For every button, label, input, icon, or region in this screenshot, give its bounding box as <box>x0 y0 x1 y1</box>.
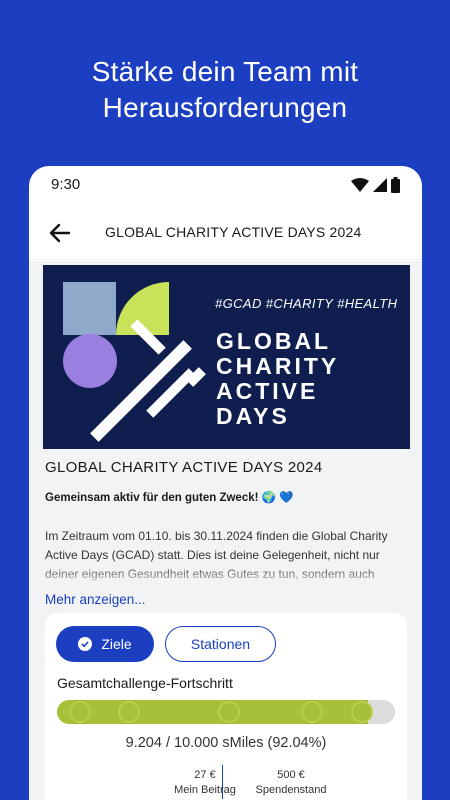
show-more-link[interactable]: Mehr anzeigen... <box>45 592 146 607</box>
check-icon <box>78 637 93 651</box>
milestone-marker <box>69 701 91 723</box>
content-scroll[interactable]: #GCAD #CHARITY #HEALTH GLOBAL CHARITY AC… <box>29 261 422 800</box>
app-bar: GLOBAL CHARITY ACTIVE DAYS 2024 <box>29 204 422 260</box>
stat-divider <box>222 765 223 799</box>
wifi-icon <box>351 178 369 192</box>
banner-square <box>63 282 116 335</box>
arrow-left-icon[interactable] <box>47 220 73 246</box>
banner-title: GLOBAL CHARITY ACTIVE DAYS <box>216 329 339 429</box>
status-time: 9:30 <box>51 176 81 193</box>
milestone-marker <box>218 701 240 723</box>
event-banner: #GCAD #CHARITY #HEALTH GLOBAL CHARITY AC… <box>43 265 410 449</box>
milestone-marker <box>118 701 140 723</box>
banner-title-line: GLOBAL <box>216 328 332 354</box>
status-icons <box>351 177 400 193</box>
status-bar: 9:30 <box>29 166 422 204</box>
banner-title-line: CHARITY <box>216 353 340 379</box>
app-bar-title: GLOBAL CHARITY ACTIVE DAYS 2024 <box>105 224 362 240</box>
event-description: Im Zeitraum vom 01.10. bis 30.11.2024 fi… <box>45 527 401 587</box>
stat-label: Spendenstand <box>255 784 327 796</box>
tab-goals-label: Ziele <box>101 636 132 652</box>
banner-graphic <box>63 282 206 442</box>
milestone-marker <box>351 701 373 723</box>
promo-line-1: Stärke dein Team mit <box>91 56 359 87</box>
banner-title-line: ACTIVE <box>216 378 319 404</box>
challenge-card: Ziele Stationen Gesamtchallenge-Fortschr… <box>45 613 407 800</box>
promo-line-2: Herausforderungen <box>102 92 348 123</box>
progress-label: Gesamtchallenge-Fortschritt <box>57 675 233 691</box>
event-subtitle: Gemeinsam aktiv für den guten Zweck! 🌍 💙 <box>45 492 294 504</box>
progress-value-text: 9.204 / 10.000 sMiles (92.04%) <box>125 735 327 751</box>
banner-title-line: DAYS <box>216 403 290 429</box>
battery-icon <box>391 177 400 193</box>
banner-hashtags: #GCAD #CHARITY #HEALTH <box>215 296 398 311</box>
promo-headline: Stärke dein Team mit Herausforderungen <box>0 54 450 126</box>
description-fade <box>45 565 401 587</box>
milestone-marker <box>301 701 323 723</box>
stat-donation-total: 500 € Spendenstand <box>236 768 346 798</box>
event-title: GLOBAL CHARITY ACTIVE DAYS 2024 <box>45 459 323 476</box>
phone-screen: 9:30 GLOBAL CHARITY ACTIVE DAYS 2024 #GC… <box>29 166 422 800</box>
stat-value: 500 € <box>277 769 305 781</box>
tab-stations[interactable]: Stationen <box>165 626 276 662</box>
tab-goals[interactable]: Ziele <box>56 626 154 662</box>
banner-circle <box>63 334 117 388</box>
progress-bar <box>57 700 395 724</box>
signal-icon <box>373 178 387 192</box>
tab-stations-label: Stationen <box>190 636 251 652</box>
